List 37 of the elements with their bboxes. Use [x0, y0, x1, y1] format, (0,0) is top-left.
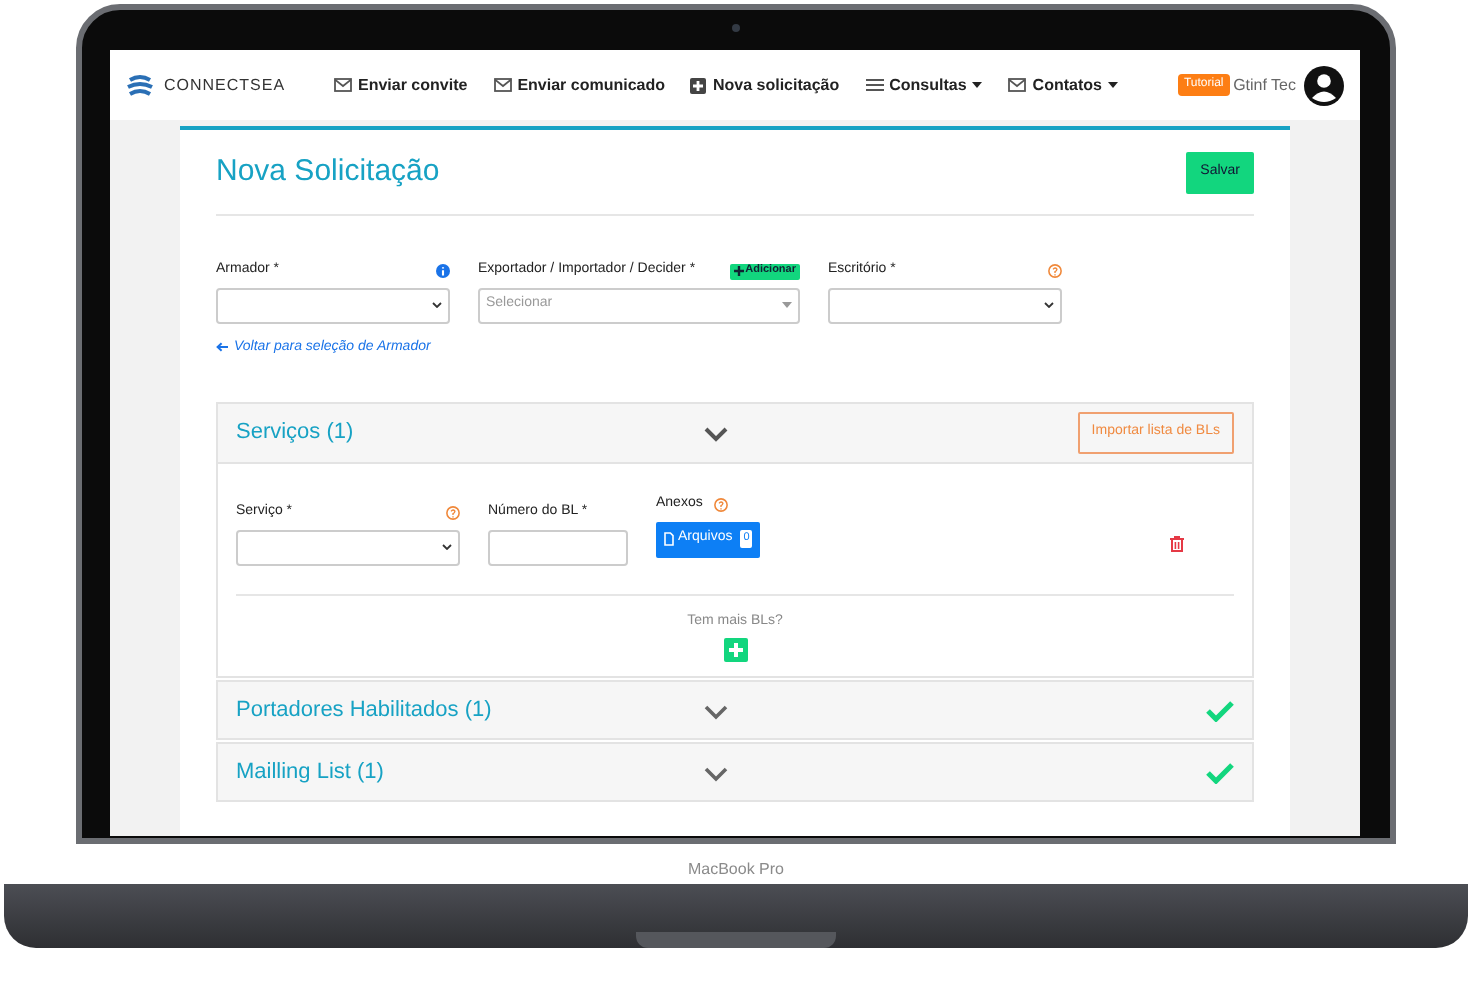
section-title: Mailling List (1) — [236, 757, 384, 788]
plus-square-icon — [690, 77, 707, 93]
plus-icon — [733, 266, 744, 276]
envelope-icon — [493, 78, 512, 92]
chevron-down-icon — [1044, 302, 1054, 308]
camera-icon — [732, 24, 740, 32]
section-title: Portadores Habilitados (1) — [236, 695, 492, 726]
user-name[interactable]: Gtinf Tec — [1233, 73, 1296, 97]
nav-link[interactable]: Enviar convite — [334, 73, 468, 97]
device-label: MacBook Pro — [685, 858, 787, 882]
add-button-icon — [723, 638, 747, 662]
list-icon — [865, 78, 884, 92]
select-field[interactable] — [216, 287, 450, 323]
help-icon — [714, 497, 729, 512]
envelope-icon — [1008, 78, 1027, 92]
nav-link[interactable]: Contatos — [1008, 73, 1118, 97]
nav-link[interactable]: Enviar comunicado — [493, 73, 665, 97]
logo-icon — [126, 73, 154, 97]
arrow-left-icon — [216, 342, 228, 353]
chevron-down-icon — [432, 302, 442, 308]
chevron-down-icon — [782, 302, 792, 308]
brand-name: CONNECTSEA — [164, 73, 286, 97]
envelope-icon — [334, 78, 352, 92]
info-icon — [436, 264, 450, 278]
section-title: Serviços (1) — [236, 418, 354, 449]
trash-icon — [1170, 535, 1184, 551]
page-title: Nova Solicitação — [216, 152, 440, 192]
file-icon — [664, 532, 674, 546]
help-icon — [1048, 264, 1062, 278]
select-field[interactable] — [236, 529, 460, 565]
select-field[interactable] — [828, 287, 1062, 323]
text-field[interactable] — [488, 529, 628, 565]
nav-link[interactable]: Consultas — [865, 73, 983, 97]
nav-link[interactable]: Nova solicitação — [690, 73, 840, 97]
user-avatar-icon — [1304, 65, 1344, 105]
help-icon — [446, 505, 460, 520]
chevron-down-icon — [442, 544, 452, 550]
